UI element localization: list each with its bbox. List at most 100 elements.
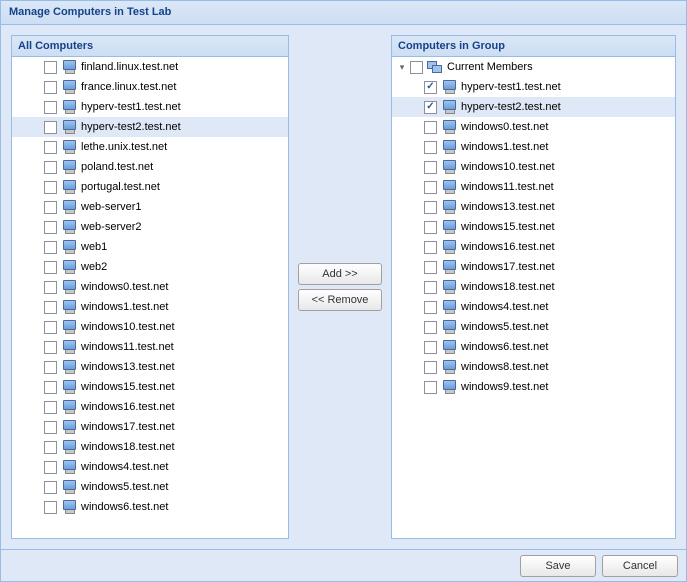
list-item[interactable]: windows4.test.net [392, 297, 675, 317]
checkbox[interactable] [44, 181, 57, 194]
checkbox[interactable] [44, 461, 57, 474]
computer-icon [61, 459, 77, 475]
list-item[interactable]: web-server2 [12, 217, 288, 237]
list-item[interactable]: finland.linux.test.net [12, 57, 288, 77]
checkbox[interactable] [424, 261, 437, 274]
item-label: finland.linux.test.net [81, 61, 178, 73]
list-item[interactable]: portugal.test.net [12, 177, 288, 197]
list-item[interactable]: lethe.unix.test.net [12, 137, 288, 157]
list-item[interactable]: windows6.test.net [12, 497, 288, 517]
list-item[interactable]: web-server1 [12, 197, 288, 217]
group-computers-list[interactable]: ▾Current Membershyperv-test1.test.nethyp… [392, 57, 675, 538]
checkbox[interactable] [424, 121, 437, 134]
checkbox[interactable] [424, 341, 437, 354]
checkbox[interactable] [44, 81, 57, 94]
checkbox[interactable] [424, 281, 437, 294]
item-label: windows4.test.net [461, 301, 548, 313]
list-item[interactable]: windows10.test.net [392, 157, 675, 177]
save-button[interactable]: Save [520, 555, 596, 577]
checkbox[interactable] [424, 101, 437, 114]
list-item[interactable]: windows0.test.net [12, 277, 288, 297]
list-item[interactable]: windows16.test.net [392, 237, 675, 257]
checkbox[interactable] [44, 161, 57, 174]
checkbox[interactable] [424, 141, 437, 154]
computer-icon [441, 259, 457, 275]
list-item[interactable]: web1 [12, 237, 288, 257]
list-item[interactable]: windows18.test.net [12, 437, 288, 457]
checkbox[interactable] [44, 141, 57, 154]
list-item[interactable]: windows9.test.net [392, 377, 675, 397]
list-item[interactable]: windows10.test.net [12, 317, 288, 337]
list-item[interactable]: windows18.test.net [392, 277, 675, 297]
list-item[interactable]: windows6.test.net [392, 337, 675, 357]
list-item[interactable]: windows11.test.net [392, 177, 675, 197]
checkbox[interactable] [424, 361, 437, 374]
list-item[interactable]: windows0.test.net [392, 117, 675, 137]
checkbox[interactable] [44, 221, 57, 234]
expander-icon[interactable]: ▾ [396, 61, 408, 73]
checkbox[interactable] [424, 81, 437, 94]
group-computers-panel: Computers in Group ▾Current Membershyper… [391, 35, 676, 539]
checkbox[interactable] [44, 201, 57, 214]
checkbox[interactable] [44, 101, 57, 114]
list-item[interactable]: web2 [12, 257, 288, 277]
list-item[interactable]: poland.test.net [12, 157, 288, 177]
checkbox[interactable] [424, 221, 437, 234]
list-item[interactable]: windows5.test.net [12, 477, 288, 497]
checkbox[interactable] [44, 241, 57, 254]
checkbox[interactable] [44, 61, 57, 74]
computer-icon [61, 259, 77, 275]
item-label: windows0.test.net [81, 281, 168, 293]
checkbox[interactable] [44, 501, 57, 514]
computer-icon [441, 119, 457, 135]
list-item[interactable]: hyperv-test1.test.net [12, 97, 288, 117]
checkbox[interactable] [44, 281, 57, 294]
checkbox[interactable] [424, 301, 437, 314]
list-item[interactable]: windows8.test.net [392, 357, 675, 377]
computer-icon [61, 279, 77, 295]
list-item[interactable]: windows5.test.net [392, 317, 675, 337]
add-button[interactable]: Add >> [298, 263, 382, 285]
computer-icon [441, 179, 457, 195]
list-item[interactable]: hyperv-test1.test.net [392, 77, 675, 97]
checkbox[interactable] [44, 261, 57, 274]
tree-root[interactable]: ▾Current Members [392, 57, 675, 77]
list-item[interactable]: windows4.test.net [12, 457, 288, 477]
list-item[interactable]: windows11.test.net [12, 337, 288, 357]
list-item[interactable]: windows17.test.net [12, 417, 288, 437]
checkbox[interactable] [44, 361, 57, 374]
checkbox[interactable] [424, 241, 437, 254]
computer-icon [61, 139, 77, 155]
checkbox[interactable] [44, 421, 57, 434]
checkbox[interactable] [44, 441, 57, 454]
list-item[interactable]: windows15.test.net [392, 217, 675, 237]
all-computers-list[interactable]: finland.linux.test.net france.linux.test.… [12, 57, 288, 538]
computer-icon [61, 359, 77, 375]
checkbox[interactable] [410, 61, 423, 74]
checkbox[interactable] [424, 381, 437, 394]
checkbox[interactable] [424, 321, 437, 334]
checkbox[interactable] [44, 481, 57, 494]
list-item[interactable]: windows1.test.net [12, 297, 288, 317]
list-item[interactable]: windows13.test.net [12, 357, 288, 377]
list-item[interactable]: windows1.test.net [392, 137, 675, 157]
list-item[interactable]: hyperv-test2.test.net [12, 117, 288, 137]
list-item[interactable]: windows15.test.net [12, 377, 288, 397]
cancel-button[interactable]: Cancel [602, 555, 678, 577]
list-item[interactable]: windows17.test.net [392, 257, 675, 277]
list-item[interactable]: hyperv-test2.test.net [392, 97, 675, 117]
computer-icon [441, 279, 457, 295]
list-item[interactable]: france.linux.test.net [12, 77, 288, 97]
checkbox[interactable] [44, 321, 57, 334]
list-item[interactable]: windows16.test.net [12, 397, 288, 417]
list-item[interactable]: windows13.test.net [392, 197, 675, 217]
checkbox[interactable] [44, 341, 57, 354]
checkbox[interactable] [424, 161, 437, 174]
checkbox[interactable] [424, 181, 437, 194]
checkbox[interactable] [44, 381, 57, 394]
checkbox[interactable] [424, 201, 437, 214]
remove-button[interactable]: << Remove [298, 289, 382, 311]
checkbox[interactable] [44, 401, 57, 414]
checkbox[interactable] [44, 301, 57, 314]
checkbox[interactable] [44, 121, 57, 134]
